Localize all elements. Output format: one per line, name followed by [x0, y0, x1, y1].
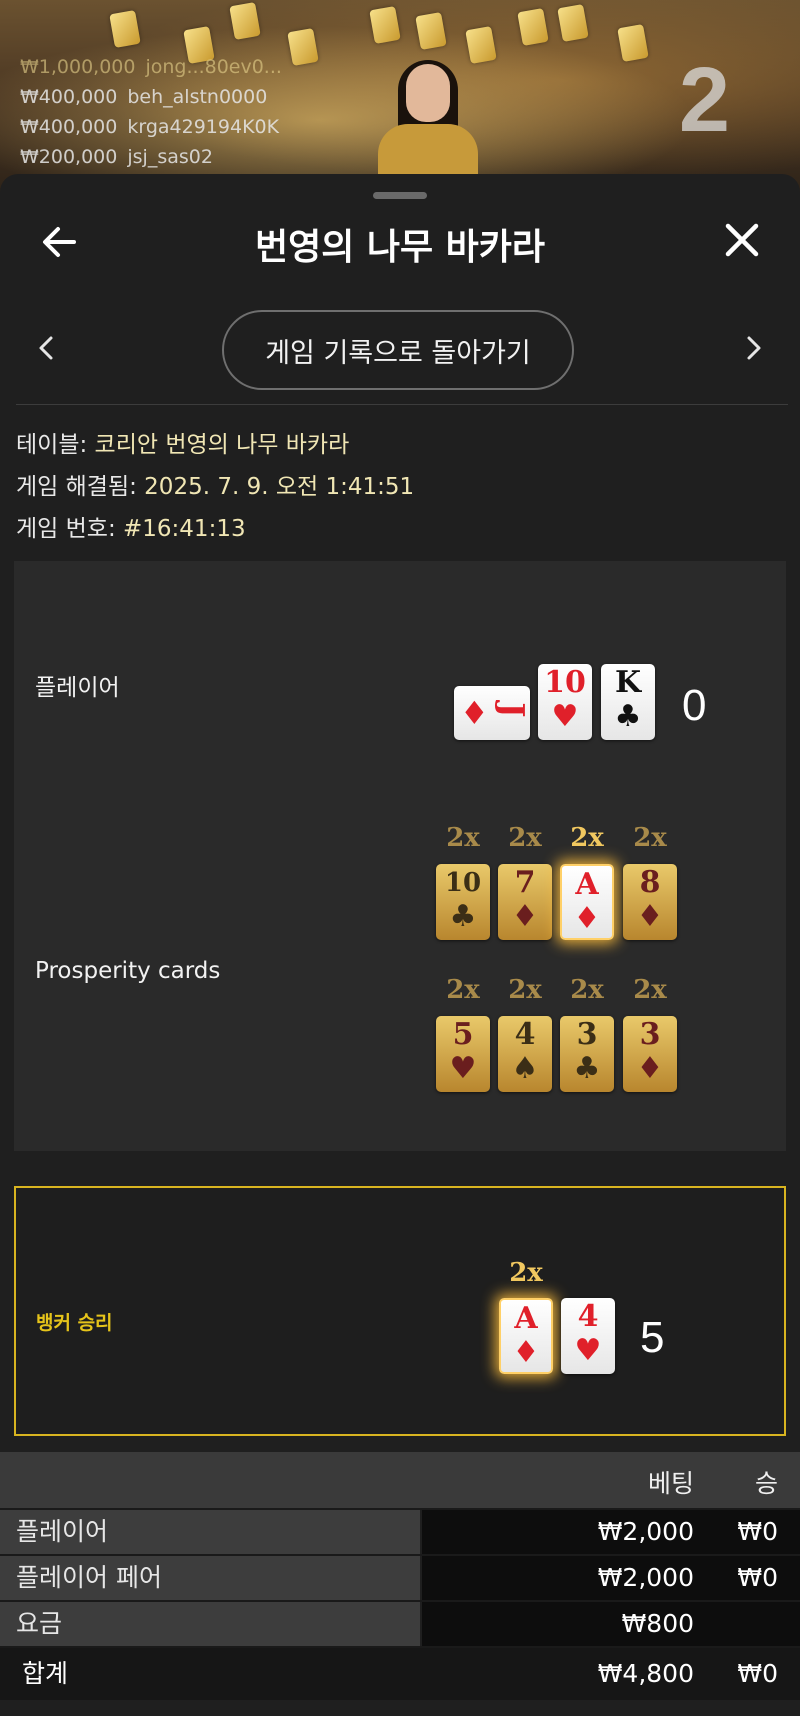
- history-nav: 게임 기록으로 돌아가기: [0, 310, 800, 394]
- player-score: 0: [682, 681, 707, 730]
- table-row: 플레이어 ₩2,000 ₩0: [0, 1508, 800, 1554]
- prosperity-multiplier: 2x: [633, 823, 667, 853]
- divider: [16, 404, 788, 405]
- prosperity-multiplier: 2x: [446, 975, 480, 1005]
- live-bets-feed: ₩1,000,000 jong...80ev0... ₩400,000 beh_al…: [20, 52, 292, 172]
- prosperity-multiplier: 2x: [508, 975, 542, 1005]
- chevron-right-icon[interactable]: [734, 328, 774, 368]
- drag-handle[interactable]: [373, 192, 427, 199]
- banker-win-label: 뱅커 승리: [36, 1312, 113, 1334]
- player-card: K ♣: [601, 664, 655, 740]
- bets-table: 베팅 승 플레이어 ₩2,000 ₩0 플레이어 페어 ₩2,000 ₩0 요금 ₩…: [0, 1452, 800, 1700]
- banker-card-highlighted: A ♦: [499, 1298, 553, 1374]
- result-panel: 플레이어 ♦ J 10 ♥ K ♣ 0 Prosperity cards 2x 2x…: [14, 561, 786, 1151]
- game-info: 테이블: 코리안 번영의 나무 바카라 게임 해결됨: 2025. 7. 9. …: [16, 424, 414, 550]
- resolved-time: 2025. 7. 9. 오전 1:41:51: [144, 474, 415, 500]
- prosperity-card: 8 ♦: [623, 864, 677, 940]
- prosperity-label: Prosperity cards: [35, 958, 221, 984]
- table-name: 코리안 번영의 나무 바카라: [94, 432, 350, 458]
- live-bet-row: ₩400,000 krga429194K0K: [20, 116, 280, 138]
- banker-multiplier: 2x: [509, 1258, 543, 1288]
- table-row: 플레이어 페어 ₩2,000 ₩0: [0, 1554, 800, 1600]
- col-bet-header: 베팅: [647, 1469, 694, 1498]
- game-history-sheet: 번영의 나무 바카라 게임 기록으로 돌아가기 테이블: 코리안 번영의 나무 …: [0, 174, 800, 1716]
- banker-card: 4 ♥: [561, 1298, 615, 1374]
- col-win-header: 승: [754, 1469, 778, 1498]
- prosperity-card: 3 ♦: [623, 1016, 677, 1092]
- decor-coin: [517, 8, 549, 46]
- info-table: 테이블: 코리안 번영의 나무 바카라: [16, 432, 350, 458]
- live-bet-row: ₩400,000 beh_alstn0000: [20, 86, 268, 108]
- sheet-header: 번영의 나무 바카라: [0, 204, 800, 284]
- decor-coin: [557, 4, 589, 42]
- page-title: 번영의 나무 바카라: [254, 227, 546, 268]
- decor-coin: [229, 2, 261, 40]
- live-bet-row: ₩1,000,000 jong...80ev0...: [20, 56, 282, 78]
- game-number: #16:41:13: [123, 516, 246, 542]
- banker-win-panel: 뱅커 승리 2x A ♦ 4 ♥ 5: [14, 1186, 786, 1436]
- decor-coin: [369, 6, 401, 44]
- decor-coin: [109, 10, 141, 48]
- prosperity-card: 7 ♦: [498, 864, 552, 940]
- prosperity-multiplier: 2x: [570, 823, 604, 853]
- player-label: 플레이어: [35, 675, 120, 701]
- close-icon[interactable]: [720, 218, 764, 262]
- round-number: 2: [678, 49, 730, 151]
- prosperity-multiplier: 2x: [570, 975, 604, 1005]
- back-to-history-button[interactable]: 게임 기록으로 돌아가기: [222, 310, 574, 390]
- prosperity-multiplier: 2x: [633, 975, 667, 1005]
- info-game-number: 게임 번호: #16:41:13: [16, 516, 246, 542]
- prosperity-multiplier: 2x: [446, 823, 480, 853]
- table-row: 요금 ₩800: [0, 1600, 800, 1646]
- prosperity-card: 3 ♣: [560, 1016, 614, 1092]
- prosperity-card: 10 ♣: [436, 864, 490, 940]
- decor-coin: [287, 28, 319, 66]
- prosperity-card: 4 ♠: [498, 1016, 552, 1092]
- decor-coin: [617, 24, 649, 62]
- player-card: ♦ J: [454, 686, 531, 740]
- decor-coin: [465, 26, 497, 64]
- prosperity-multiplier: 2x: [508, 823, 542, 853]
- decor-coin: [415, 12, 447, 50]
- live-bet-row: ₩200,000 jsj_sas02: [20, 146, 213, 168]
- info-resolved: 게임 해결됨: 2025. 7. 9. 오전 1:41:51: [16, 474, 415, 500]
- dealer-video: [378, 60, 478, 194]
- prosperity-card-highlighted: A ♦: [560, 864, 614, 940]
- player-card: 10 ♥: [538, 664, 592, 740]
- table-header: 베팅 승: [0, 1452, 800, 1508]
- prosperity-card: 5 ♥: [436, 1016, 490, 1092]
- table-total-row: 합계 ₩4,800 ₩0: [0, 1646, 800, 1700]
- live-video-feed: ₩1,000,000 jong...80ev0... ₩400,000 beh_al…: [0, 0, 800, 200]
- chevron-left-icon[interactable]: [26, 328, 66, 368]
- banker-score: 5: [640, 1313, 665, 1362]
